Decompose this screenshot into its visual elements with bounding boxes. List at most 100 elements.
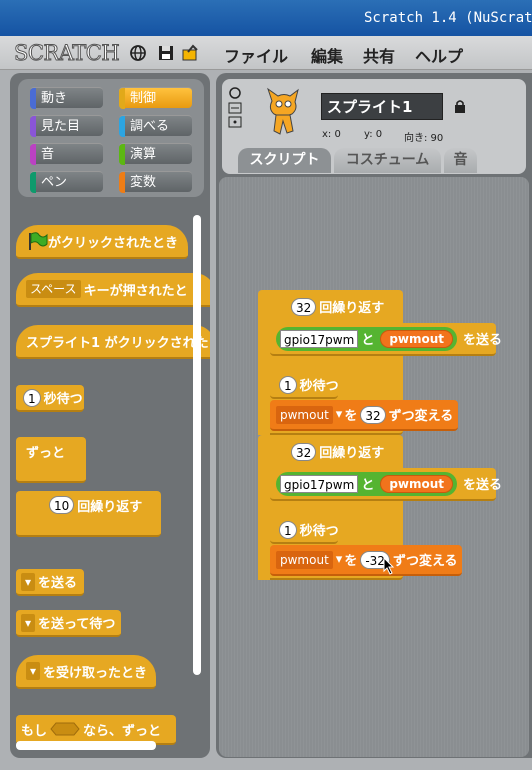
category-color-swatch [119, 144, 125, 165]
block-label: 回繰り返す [77, 500, 143, 515]
sprite-editor-panel: スプライト1 x: 0 y: 0 向き: 90 スクリプト コスチューム 音 3… [216, 73, 532, 758]
when-i-receive-block[interactable]: ▾ を受け取ったとき [16, 655, 156, 689]
block-label: 回繰り返す [319, 446, 385, 461]
repeat-count-input[interactable]: 32 [291, 297, 317, 316]
save-icon[interactable] [156, 43, 176, 63]
c-block-arm [258, 323, 270, 435]
category-operators[interactable]: 演算 [119, 143, 192, 165]
block-label: キーが押されたと [83, 283, 188, 299]
category-variables[interactable]: 変数 [119, 171, 192, 193]
category-label: 演算 [130, 147, 157, 162]
sprite-y-readout: y: 0 [364, 129, 383, 140]
broadcast-and-wait-block[interactable]: ▾ を送って待つ [16, 610, 121, 637]
sprite-x-readout: x: 0 [322, 129, 341, 140]
category-color-swatch [119, 88, 125, 109]
tab-sounds[interactable]: 音 [444, 148, 477, 173]
broadcast-block[interactable]: ▾ を送る [16, 569, 84, 596]
menu-share[interactable]: 共有 [363, 43, 395, 67]
category-pen[interactable]: ペン [30, 171, 103, 193]
sprite-direction-readout: 向き: 90 [404, 133, 444, 144]
menu-edit[interactable]: 編集 [311, 43, 343, 67]
join-label: と [361, 333, 375, 348]
change-variable-block[interactable]: pwmout ▾ を 32 ずつ変える [270, 400, 458, 431]
category-color-swatch [119, 172, 125, 193]
wait-seconds-input[interactable]: 1 [279, 375, 297, 394]
when-sprite-clicked-block[interactable]: スプライト1 がクリックされた [16, 325, 210, 359]
block-label: 秒待つ [299, 379, 339, 394]
variable-reporter[interactable]: pwmout [380, 474, 454, 493]
join-operator[interactable]: gpio17pwm と pwmout [276, 326, 458, 351]
category-label: 調べる [130, 119, 170, 134]
repeat-block-1[interactable]: 32 回繰り返す gpio17pwm と pwmout を送る 1 秒待つ pwmout ▾… [258, 290, 502, 435]
block-label: ずつ変える [392, 554, 458, 569]
category-selector: 動き 制御 見た目 調べる 音 演算 ペン 変数 [18, 79, 204, 197]
join-operator[interactable]: gpio17pwm と pwmout [276, 471, 458, 496]
tab-scripts[interactable]: スクリプト [238, 148, 331, 173]
block-label: 秒待つ [299, 524, 339, 539]
script-area[interactable]: 32 回繰り返す gpio17pwm と pwmout を送る 1 秒待つ pwmout ▾… [219, 177, 529, 757]
lock-icon[interactable] [454, 99, 466, 113]
block-label: を [344, 554, 358, 569]
change-amount-input[interactable]: 32 [360, 405, 386, 424]
forever-block[interactable]: ずっと [16, 437, 86, 483]
category-motion[interactable]: 動き [30, 87, 103, 109]
block-label: を送る [38, 576, 78, 591]
category-looks[interactable]: 見た目 [30, 115, 103, 137]
block-label: を送る [463, 333, 503, 348]
block-label: 回繰り返す [319, 301, 385, 316]
broadcast-join-block[interactable]: gpio17pwm と pwmout を送る [270, 323, 502, 356]
palette-horizontal-scrollbar[interactable] [16, 741, 156, 750]
window-title-bar: Scratch 1.4 (NuScratch [0, 0, 532, 36]
variable-dropdown[interactable]: pwmout [276, 405, 333, 424]
rotation-style-icon[interactable] [228, 87, 242, 129]
wait-seconds-input[interactable]: 1 [23, 388, 41, 407]
block-label: を送る [463, 478, 503, 493]
message-dropdown[interactable]: ▾ [26, 662, 41, 680]
wait-block[interactable]: 1 秒待つ [270, 517, 339, 544]
block-label: ずっと [26, 446, 66, 461]
mouse-cursor-icon [383, 557, 395, 575]
wait-seconds-input[interactable]: 1 [279, 520, 297, 539]
broadcast-dropdown[interactable]: ▾ [21, 613, 36, 632]
change-variable-block[interactable]: pwmout ▾ を -32 ずつ変える [270, 545, 462, 576]
window-title: Scratch 1.4 (NuScratch [364, 10, 532, 26]
palette-vertical-scrollbar[interactable] [193, 215, 201, 675]
menu-help[interactable]: ヘルプ [415, 43, 463, 67]
wait-block[interactable]: 1 秒待つ [270, 372, 339, 399]
category-sensing[interactable]: 調べる [119, 115, 192, 137]
join-text-input[interactable]: gpio17pwm [280, 329, 359, 348]
when-key-pressed-block[interactable]: スペース キーが押されたと [16, 273, 210, 307]
variable-dropdown[interactable]: pwmout [276, 550, 333, 569]
tab-costumes[interactable]: コスチューム [334, 148, 441, 173]
variable-reporter[interactable]: pwmout [380, 329, 454, 348]
broadcast-dropdown[interactable]: ▾ [21, 572, 36, 591]
repeat-block[interactable]: 10 回繰り返す [16, 491, 161, 537]
category-color-swatch [30, 172, 36, 193]
repeat-block-2[interactable]: 32 回繰り返す gpio17pwm と pwmout を送る 1 秒待つ pwmout ▾… [258, 435, 502, 580]
sprite-name-field[interactable]: スプライト1 [321, 93, 443, 120]
green-flag-icon [29, 232, 48, 250]
category-label: 制御 [130, 91, 157, 106]
join-label: と [361, 478, 375, 493]
sprite-cat-icon [267, 87, 299, 135]
block-palette-panel: 動き 制御 見た目 調べる 音 演算 ペン 変数 がクリックされたとき スペース… [10, 73, 210, 758]
menu-file[interactable]: ファイル [224, 43, 288, 67]
category-color-swatch [119, 116, 125, 137]
wait-block[interactable]: 1 秒待つ [16, 385, 84, 412]
join-text-input[interactable]: gpio17pwm [280, 474, 359, 493]
category-sound[interactable]: 音 [30, 143, 103, 165]
category-control[interactable]: 制御 [119, 87, 192, 109]
block-label: を受け取ったとき [43, 665, 148, 681]
share-icon[interactable] [180, 43, 200, 63]
block-label: スプライト1 がクリックされた [26, 335, 209, 351]
key-dropdown[interactable]: スペース [26, 280, 81, 298]
category-color-swatch [30, 144, 36, 165]
broadcast-join-block[interactable]: gpio17pwm と pwmout を送る [270, 468, 502, 501]
repeat-count-input[interactable]: 32 [291, 442, 317, 461]
repeat-count-input[interactable]: 10 [49, 496, 75, 514]
block-label: がクリックされたとき [48, 235, 179, 251]
globe-icon[interactable] [128, 43, 148, 63]
category-label: 変数 [130, 175, 157, 190]
boolean-slot-icon[interactable] [50, 722, 80, 736]
when-flag-clicked-block[interactable]: がクリックされたとき [16, 225, 188, 259]
